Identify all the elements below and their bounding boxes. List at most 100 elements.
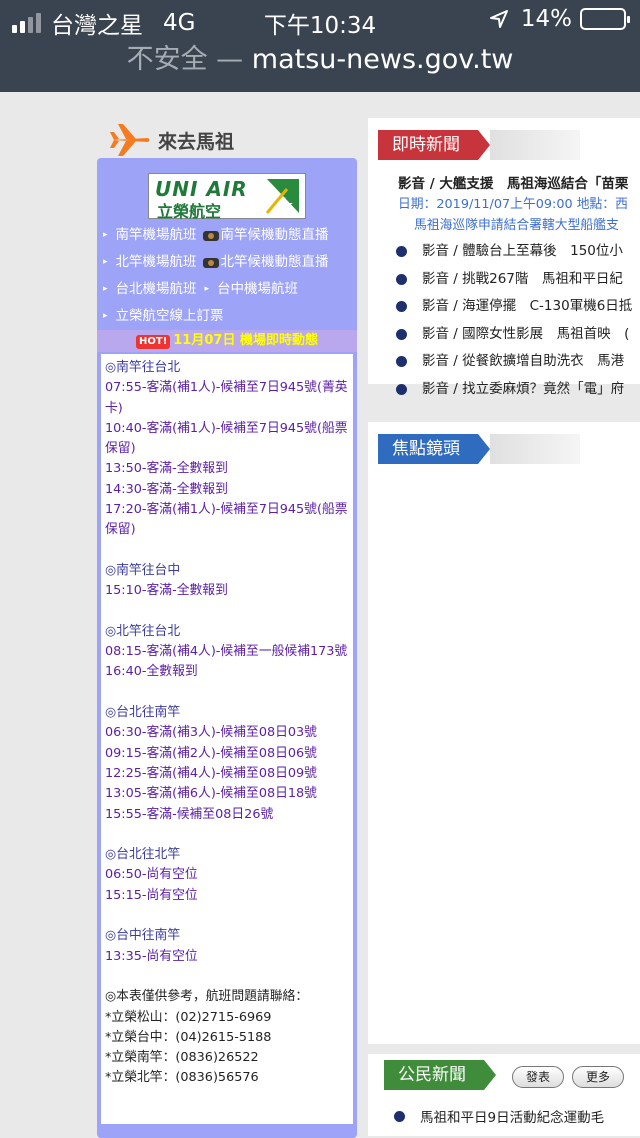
taichung-flights-link[interactable]: 台中機場航班 <box>217 276 298 303</box>
flight-status: 10:40-客滿(補1人)-候補至7日945號(船票保留) <box>105 420 348 457</box>
civic-news-item[interactable]: 馬祖和平日9日活動紀念運動毛 <box>394 1106 604 1126</box>
route-heading: ◎北竿往台北 <box>105 623 181 639</box>
civic-news-title[interactable]: 公民新聞 <box>384 1060 484 1090</box>
tab-arrow <box>478 130 490 160</box>
route-group: ◎北竿往台北 08:15-客滿(補4人)-候補至一般候補173號 16:40-全… <box>105 622 349 683</box>
headline-link[interactable]: 影音 / 大艦支援 馬祖海巡結合「苗栗 <box>398 172 628 192</box>
nangan-flights-link[interactable]: 南竿機場航班 <box>116 222 197 249</box>
hot-badge: HOT! <box>136 335 171 349</box>
news-item-title: 影音 / 海運停擺 C-130軍機6日抵 <box>422 298 633 314</box>
booking-link-row: ▸ 立榮航空線上訂票 <box>101 303 353 330</box>
status-right: 14% <box>489 6 630 32</box>
news-list: 影音 / 體驗台上至幕後 150位小 影音 / 挑戰267階 馬祖和平日紀 影音… <box>396 238 640 403</box>
uniair-logo-icon <box>265 179 299 214</box>
bullet-arrow-icon: ▸ <box>103 284 108 294</box>
flight-status: 14:30-客滿-全數報到 <box>105 481 228 497</box>
news-item-title: 影音 / 體驗台上至幕後 150位小 <box>422 243 623 259</box>
breaking-news-title[interactable]: 即時新聞 <box>378 130 478 160</box>
flight-panel: UNI AIR 立榮航空 ▸ 南竿機場航班 南竿候機動態直播 ▸ 北竿機場航班 … <box>97 158 357 1138</box>
civic-news-tab: 公民新聞 <box>384 1060 496 1090</box>
beigan-flights-link[interactable]: 北竿機場航班 <box>116 249 197 276</box>
tab-arrow <box>478 434 490 464</box>
bullet-arrow-icon: ▸ <box>204 284 210 294</box>
airport-status-title: 11月07日 機場即時動態 <box>173 333 318 348</box>
url-domain: matsu-news.gov.tw <box>251 44 514 75</box>
beigan-live-link[interactable]: 北竿候機動態直播 <box>221 249 329 276</box>
goto-matsu-header: 來去馬祖 <box>108 120 234 160</box>
bullet-dot-icon <box>396 328 407 340</box>
bullet-dot-icon <box>394 1110 405 1122</box>
nangan-link-row: ▸ 南竿機場航班 南竿候機動態直播 <box>101 222 353 249</box>
route-heading: ◎台中往南竿 <box>105 928 181 944</box>
more-button[interactable]: 更多 <box>572 1066 624 1088</box>
news-item[interactable]: 影音 / 體驗台上至幕後 150位小 <box>396 238 640 266</box>
bullet-arrow-icon: ▸ <box>103 257 108 267</box>
post-button[interactable]: 發表 <box>512 1066 564 1088</box>
bullet-dot-icon <box>396 383 407 395</box>
route-group: ◎台中往南竿 13:35-尚有空位 <box>105 926 349 967</box>
tab-fade <box>490 130 580 160</box>
contact-line: *立榮台中：(04)2615-5188 <box>105 1029 272 1045</box>
taipei-flights-link[interactable]: 台北機場航班 <box>116 276 197 303</box>
news-item-title: 影音 / 國際女性影展 馬祖首映 ( <box>422 325 630 342</box>
insecure-label: 不安全 — <box>126 44 244 75</box>
focus-lens-title[interactable]: 焦點鏡頭 <box>378 434 478 464</box>
breaking-news-card: 即時新聞 影音 / 大艦支援 馬祖海巡結合「苗栗 日期：2019/11/07上午… <box>368 118 640 397</box>
status-bar: 台灣之星 4G 下午10:34 14% <box>0 0 640 42</box>
page-content: 來去馬祖 UNI AIR 立榮航空 ▸ 南竿機場航班 南竿候機動態直播 ▸ 北竿… <box>0 92 640 1138</box>
location-arrow-icon <box>489 10 508 28</box>
news-item[interactable]: 影音 / 找立委麻煩？竟然「電」府 <box>396 376 640 404</box>
flight-status: 13:35-尚有空位 <box>105 948 198 964</box>
flight-status: 15:15-尚有空位 <box>105 887 198 903</box>
breaking-news-tab: 即時新聞 <box>378 130 580 160</box>
flight-status: 09:15-客滿(補2人)-候補至08日06號 <box>105 745 317 761</box>
route-heading: ◎台北往北竿 <box>105 847 181 863</box>
camera-icon <box>202 230 219 241</box>
news-item[interactable]: 影音 / 國際女性影展 馬祖首映 ( <box>396 321 640 349</box>
flight-status: 07:55-客滿(補1人)-候補至7日945號(菁英卡) <box>105 380 348 416</box>
news-item[interactable]: 影音 / 挑戰267階 馬祖和平日紀 <box>396 266 640 294</box>
beigan-link-row: ▸ 北竿機場航班 北竿候機動態直播 <box>101 249 353 276</box>
bullet-arrow-icon: ▸ <box>103 311 108 321</box>
route-heading: ◎南竿往台中 <box>105 562 181 578</box>
uniair-name-cn: 立榮航空 <box>157 202 222 221</box>
flight-status: 06:30-客滿(補3人)-候補至08日03號 <box>105 725 317 741</box>
focus-lens-card: 焦點鏡頭 <box>368 422 640 1044</box>
headline-summary[interactable]: 馬祖海巡隊申請結合署轄大型船艦支 <box>414 214 619 233</box>
civic-news-item-title: 馬祖和平日9日活動紀念運動毛 <box>420 1110 605 1126</box>
news-item-title: 影音 / 挑戰267階 馬祖和平日紀 <box>422 270 623 287</box>
battery-percent: 14% <box>520 6 572 32</box>
tab-fade <box>490 434 580 464</box>
flight-status: 17:20-客滿(補1人)-候補至7日945號(船票保留) <box>105 502 348 538</box>
uniair-booking-link[interactable]: 立榮航空線上訂票 <box>116 303 224 330</box>
contact-line: *立榮松山：(02)2715-6969 <box>105 1009 272 1025</box>
flight-status: 08:15-客滿(補4人)-候補至一般候補173號 <box>105 644 348 660</box>
contact-info: ◎本表僅供參考，航班問題請聯絡： *立榮松山：(02)2715-6969 *立榮… <box>105 987 349 1088</box>
flight-status: 13:50-客滿-全數報到 <box>105 461 228 477</box>
camera-icon <box>202 257 219 268</box>
bullet-dot-icon <box>396 356 407 368</box>
battery-icon <box>580 8 630 30</box>
bullet-dot-icon <box>396 246 407 258</box>
airport-status-bar: HOT! 11月07日 機場即時動態 <box>97 330 357 352</box>
news-item[interactable]: 影音 / 海運停擺 C-130軍機6日抵 <box>396 293 640 321</box>
contact-line: *立榮南竿：(0836)26522 <box>105 1050 259 1066</box>
contact-heading: ◎本表僅供參考，航班問題請聯絡： <box>105 989 309 1005</box>
focus-lens-tab: 焦點鏡頭 <box>378 434 580 464</box>
contact-line: *立榮北竿：(0836)56576 <box>105 1070 259 1086</box>
flight-schedule: ◎南竿往台北 07:55-客滿(補1人)-候補至7日945號(菁英卡) 10:4… <box>101 354 353 1124</box>
goto-title: 來去馬祖 <box>158 130 235 153</box>
airplane-icon <box>110 124 150 156</box>
news-item-title: 影音 / 從餐飲擴增自助洗衣 馬港 <box>422 353 625 369</box>
news-item[interactable]: 影音 / 從餐飲擴增自助洗衣 馬港 <box>396 348 640 376</box>
headline-date: 日期：2019/11/07上午09:00 地點：西 <box>398 197 628 212</box>
route-group: ◎台北往北竿 06:50-尚有空位 15:15-尚有空位 <box>105 845 349 906</box>
uniair-banner[interactable]: UNI AIR 立榮航空 <box>148 173 306 221</box>
route-group: ◎南竿往台中 15:10-客滿-全數報到 <box>105 561 349 602</box>
nangan-live-link[interactable]: 南竿候機動態直播 <box>221 222 329 249</box>
flight-status: 16:40-全數報到 <box>105 664 198 680</box>
address-bar[interactable]: 不安全 — matsu-news.gov.tw <box>0 42 640 92</box>
taipei-link-row: ▸ 台北機場航班 ▸ 台中機場航班 <box>101 276 353 303</box>
bullet-dot-icon <box>396 273 407 285</box>
route-heading: ◎台北往南竿 <box>105 705 181 721</box>
